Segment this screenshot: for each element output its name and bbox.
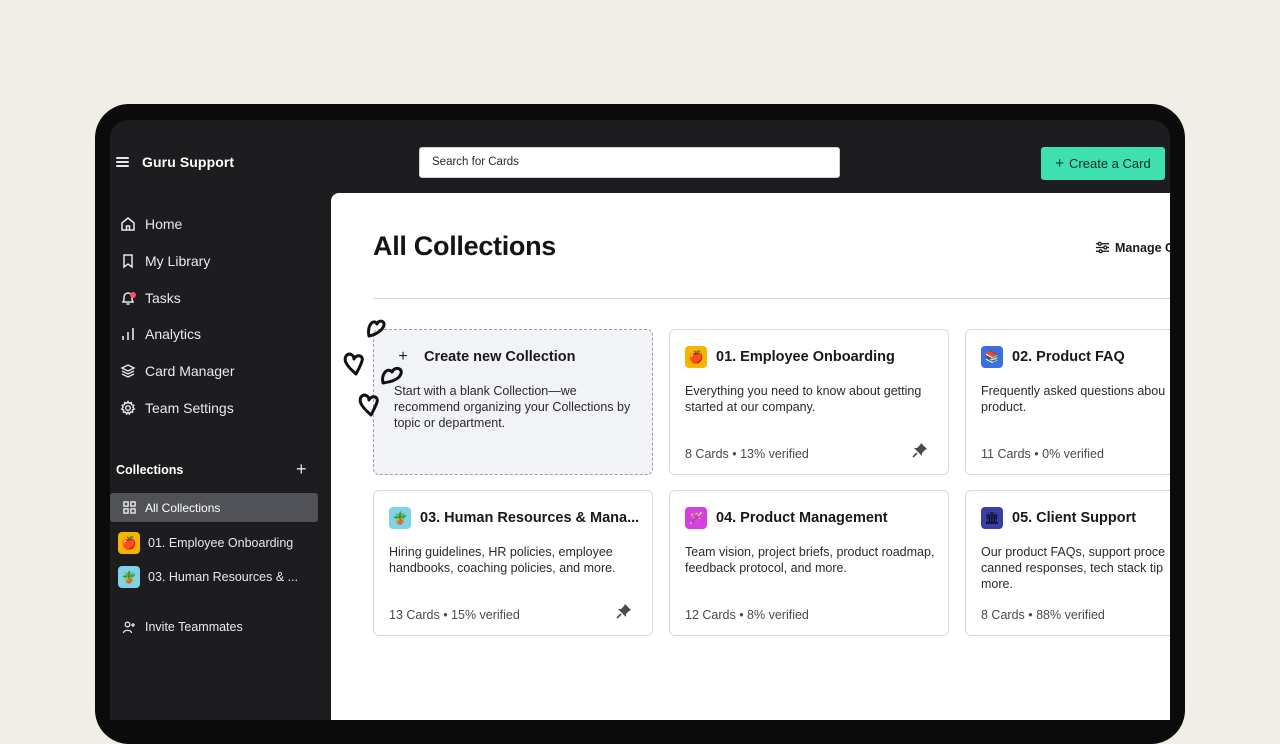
apple-icon: 🍎 (118, 532, 140, 554)
collection-card[interactable]: 🏛 05. Client Support Our product FAQs, s… (965, 490, 1170, 636)
card-description: Frequently asked questions abou product. (981, 384, 1166, 414)
card-description: Everything you need to know about gettin… (685, 384, 922, 414)
sidebar-collection-employee-onboarding[interactable]: 🍎 01. Employee Onboarding (118, 532, 293, 554)
card-meta: 12 Cards • 8% verified (685, 608, 809, 622)
sidebar-item-home[interactable]: Home (120, 213, 182, 235)
sidebar-collection-human-resources[interactable]: 🪴 03. Human Resources & ... (118, 566, 298, 588)
grid-icon (123, 501, 136, 514)
magic-wand-icon: 🪄 (685, 507, 707, 529)
sidebar-item-label: Analytics (145, 326, 202, 342)
pin-icon[interactable] (912, 442, 928, 458)
bar-chart-icon (122, 328, 134, 340)
collection-card[interactable]: 📚 02. Product FAQ Frequently asked quest… (965, 329, 1170, 475)
card-description: Start with a blank Collection—we recomme… (394, 384, 631, 430)
divider (373, 298, 1170, 299)
sidebar-item-card-manager[interactable]: Card Manager (120, 360, 235, 382)
card-title: 05. Client Support (1012, 510, 1137, 526)
card-description: Hiring guidelines, HR policies, employee… (389, 545, 616, 575)
collections-section-title: Collections (116, 463, 184, 477)
books-icon: 📚 (981, 346, 1003, 368)
workspace-name[interactable]: Guru Support (142, 154, 234, 170)
add-user-icon (122, 621, 135, 634)
card-title: 03. Human Resources & Mana... (420, 510, 640, 526)
plant-icon: 🪴 (389, 507, 411, 529)
sliders-icon (1095, 241, 1110, 254)
card-meta: 8 Cards • 88% verified (981, 608, 1105, 622)
bookmark-icon (123, 254, 133, 269)
collection-card[interactable]: 🍎 01. Employee Onboarding Everything you… (669, 329, 949, 475)
menu-icon[interactable] (116, 157, 129, 167)
card-description: Team vision, project briefs, product roa… (685, 545, 935, 575)
card-meta: 13 Cards • 15% verified (389, 608, 520, 622)
create-card-label: Create a Card (1069, 156, 1151, 171)
layers-icon (120, 364, 136, 378)
sidebar-item-label: 03. Human Resources & ... (148, 570, 299, 584)
notification-dot (130, 292, 136, 298)
pin-icon[interactable] (616, 603, 632, 619)
sidebar-item-label: Card Manager (145, 363, 235, 379)
gear-icon (120, 400, 136, 416)
home-icon (121, 217, 135, 231)
heart-doodle-icon (358, 393, 379, 417)
plant-icon: 🪴 (118, 566, 140, 588)
card-title: 02. Product FAQ (1012, 349, 1125, 365)
heart-doodle-icon (367, 319, 386, 338)
main-panel: All Collections Manage C + Create new Co… (331, 193, 1170, 720)
card-description: Our product FAQs, support proce canned r… (981, 545, 1166, 591)
sidebar-item-all-collections[interactable]: All Collections (110, 493, 318, 522)
collection-card[interactable]: 🪴 03. Human Resources & Mana... Hiring g… (373, 490, 653, 636)
sidebar-item-tasks[interactable]: Tasks (120, 287, 181, 309)
create-card-button[interactable]: + Create a Card (1041, 147, 1165, 180)
sidebar-item-label: All Collections (145, 500, 221, 515)
sidebar-item-team-settings[interactable]: Team Settings (120, 397, 234, 419)
sidebar-item-analytics[interactable]: Analytics (120, 323, 201, 345)
card-meta: 11 Cards • 0% verified (981, 447, 1104, 461)
card-title: Create new Collection (424, 349, 576, 365)
plus-icon: + (1055, 155, 1065, 172)
apple-icon: 🍎 (685, 346, 707, 368)
create-new-collection-card[interactable]: + Create new Collection Start with a bla… (373, 329, 653, 475)
sidebar-item-label: Team Settings (145, 400, 234, 416)
heart-doodle-icon (381, 366, 403, 385)
card-title: 04. Product Management (716, 510, 888, 526)
manage-collections-button[interactable]: Manage C (1095, 240, 1170, 255)
sidebar-item-label: 01. Employee Onboarding (148, 536, 294, 550)
collection-card[interactable]: 🪄 04. Product Management Team vision, pr… (669, 490, 949, 636)
sidebar-item-my-library[interactable]: My Library (120, 250, 210, 272)
sidebar-item-label: My Library (145, 253, 211, 269)
card-meta: 8 Cards • 13% verified (685, 447, 809, 461)
bank-icon: 🏛 (981, 507, 1003, 529)
card-title: 01. Employee Onboarding (716, 349, 895, 365)
invite-teammates-button[interactable]: Invite Teammates (122, 620, 243, 634)
add-collection-button[interactable]: + (296, 460, 307, 478)
heart-doodle-icon (343, 352, 364, 376)
invite-label: Invite Teammates (145, 620, 243, 634)
app-window: Guru Support Search for Cards + Create a … (110, 120, 1170, 720)
sidebar-item-label: Tasks (145, 290, 181, 306)
sidebar-item-label: Home (145, 216, 183, 232)
search-input[interactable]: Search for Cards (419, 147, 840, 178)
page-title: All Collections (373, 231, 557, 261)
manage-label: Manage C (1115, 240, 1170, 255)
